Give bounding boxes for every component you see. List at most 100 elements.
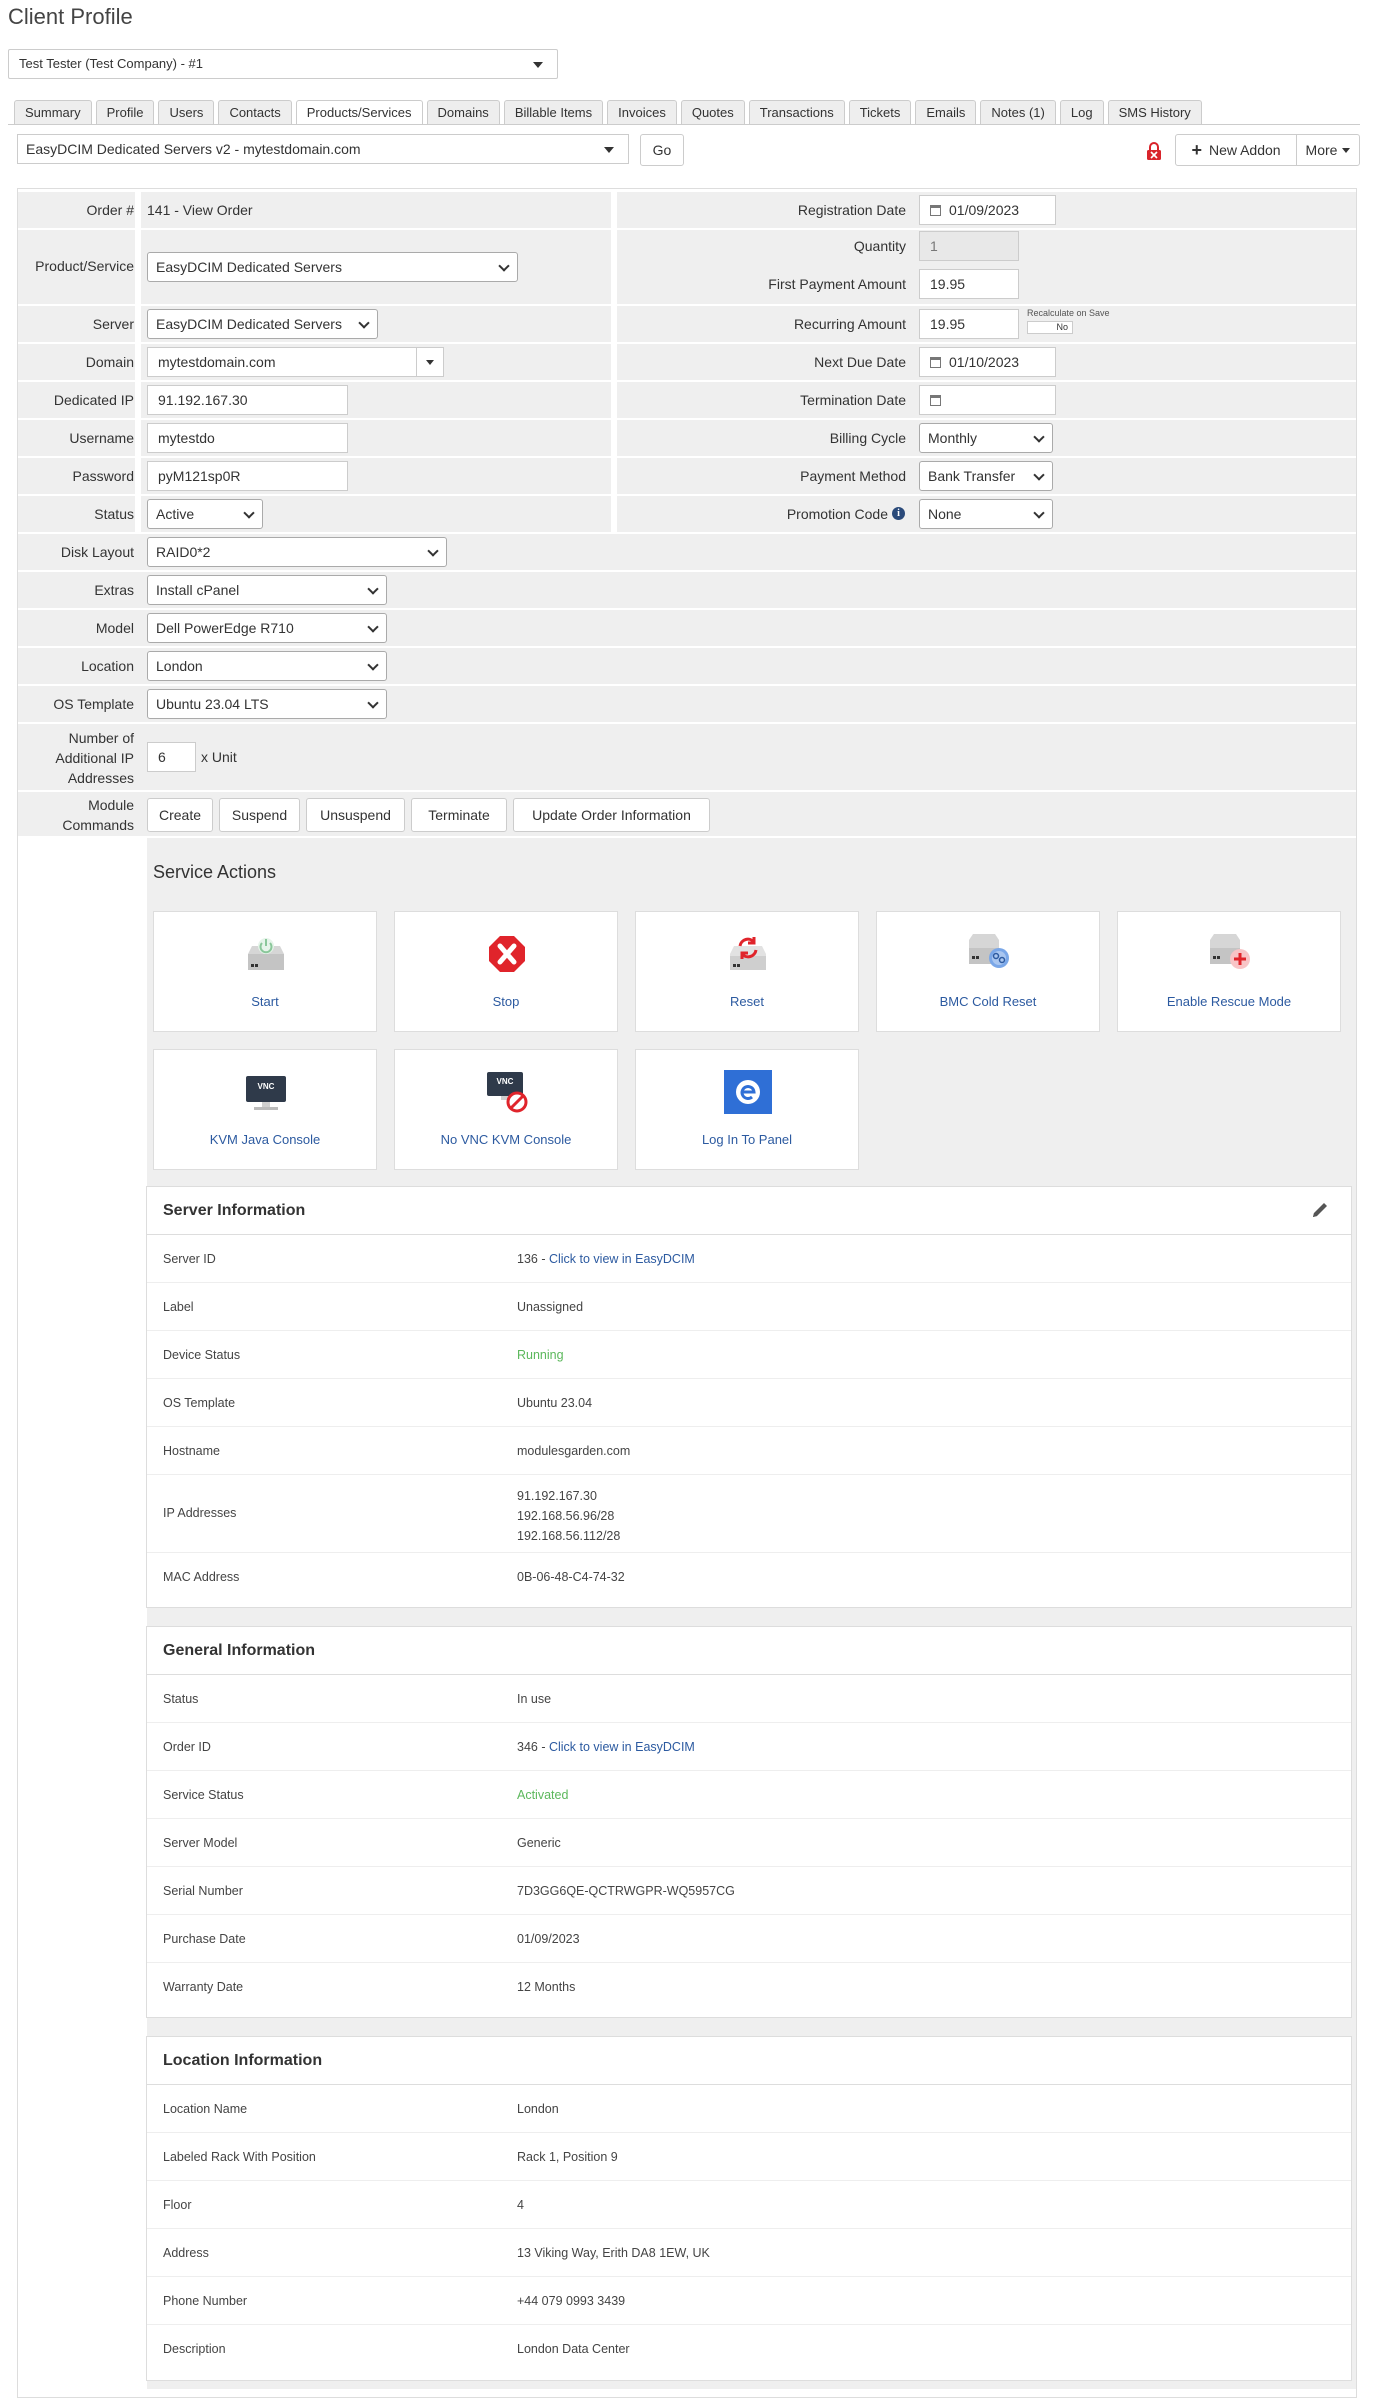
label-value: Unassigned <box>517 1300 584 1314</box>
tab-notes[interactable]: Notes (1) <box>980 100 1056 124</box>
module-commands-label: Module Commands <box>18 795 134 835</box>
promotion-code-select[interactable]: None <box>919 499 1053 529</box>
row-model: Model Dell PowerEdge R710 <box>18 610 1356 646</box>
product-select-field[interactable]: EasyDCIM Dedicated Servers <box>147 252 518 282</box>
password-input[interactable]: pyM121sp0R <box>147 461 348 491</box>
edit-pencil-icon[interactable] <box>1311 1201 1329 1219</box>
billing-cycle-select[interactable]: Monthly <box>919 423 1053 453</box>
location-select[interactable]: London <box>147 651 387 681</box>
mac-address-value: 0B-06-48-C4-74-32 <box>517 1570 625 1584</box>
termination-date-input[interactable] <box>919 385 1056 415</box>
tab-summary[interactable]: Summary <box>14 100 92 124</box>
tab-quotes[interactable]: Quotes <box>680 100 745 124</box>
recalculate-toggle[interactable]: No <box>1027 321 1073 334</box>
column-divider <box>611 192 617 532</box>
domain-dropdown-button[interactable] <box>416 347 444 377</box>
service-status-label: Service Status <box>163 1788 244 1802</box>
purchase-date-row: Purchase Date 01/09/2023 <box>147 1915 1351 1963</box>
username-input[interactable]: mytestdo <box>147 423 348 453</box>
tab-sms-history[interactable]: SMS History <box>1107 100 1202 124</box>
first-payment-input[interactable]: 19.95 <box>919 269 1019 299</box>
suspend-button[interactable]: Suspend <box>219 798 300 832</box>
next-due-date-label: Next Due Date <box>814 354 906 370</box>
status-select[interactable]: Active <box>147 499 263 529</box>
tab-contacts[interactable]: Contacts <box>218 100 292 124</box>
tab-domains[interactable]: Domains <box>426 100 500 124</box>
os-template-label: OS Template <box>53 696 134 712</box>
payment-method-select[interactable]: Bank Transfer <box>919 461 1053 491</box>
tab-billable-items[interactable]: Billable Items <box>503 100 604 124</box>
row-os-template: OS Template Ubuntu 23.04 LTS <box>18 686 1356 722</box>
tab-profile[interactable]: Profile <box>95 100 155 124</box>
order-value[interactable]: 141 - View Order <box>147 202 253 218</box>
recurring-amount-input[interactable]: 19.95 <box>919 309 1019 339</box>
general-information-title: General Information <box>147 1627 1351 1675</box>
module-commands-label-line: Module <box>88 797 134 813</box>
server-select[interactable]: EasyDCIM Dedicated Servers <box>147 309 378 339</box>
more-label: More <box>1305 142 1338 158</box>
model-select[interactable]: Dell PowerEdge R710 <box>147 613 387 643</box>
enable-rescue-mode-tile[interactable]: Enable Rescue Mode <box>1117 911 1341 1032</box>
client-select[interactable]: Test Tester (Test Company) - #1 <box>8 49 558 79</box>
go-button[interactable]: Go <box>640 134 684 166</box>
description-value: London Data Center <box>517 2342 630 2356</box>
tab-invoices[interactable]: Invoices <box>607 100 677 124</box>
os-template-select[interactable]: Ubuntu 23.04 LTS <box>147 689 387 719</box>
bmc-cold-reset-tile[interactable]: BMC Cold Reset <box>876 911 1100 1032</box>
additional-ip-input[interactable]: 6 <box>147 742 196 772</box>
start-tile[interactable]: Start <box>153 911 377 1032</box>
caret-down-icon <box>1342 147 1351 153</box>
log-in-to-panel-tile[interactable]: Log In To Panel <box>635 1049 859 1170</box>
kvm-java-console-tile[interactable]: VNC KVM Java Console <box>153 1049 377 1170</box>
create-button[interactable]: Create <box>147 798 213 832</box>
caret-down-icon <box>426 360 434 365</box>
service-status-row: Service Status Activated <box>147 1771 1351 1819</box>
registration-date-input[interactable]: 01/09/2023 <box>919 195 1056 225</box>
tab-emails[interactable]: Emails <box>915 100 977 124</box>
rack-link[interactable]: Rack 1, Position 9 <box>517 2150 618 2164</box>
floor-row: Floor 4 <box>147 2181 1351 2229</box>
additional-ip-label-line: Addresses <box>67 770 134 786</box>
mac-address-label: MAC Address <box>163 1570 240 1584</box>
next-due-date-input[interactable]: 01/10/2023 <box>919 347 1056 377</box>
phone-value: +44 079 0993 3439 <box>517 2294 626 2308</box>
tab-tickets[interactable]: Tickets <box>848 100 912 124</box>
order-id-link[interactable]: Click to view in EasyDCIM <box>549 1740 695 1754</box>
domain-label: Domain <box>85 354 134 370</box>
tab-log[interactable]: Log <box>1059 100 1104 124</box>
reset-icon <box>730 937 766 970</box>
server-id-link[interactable]: Click to view in EasyDCIM <box>549 1252 695 1266</box>
more-button[interactable]: More <box>1296 134 1360 166</box>
server-model-row: Server Model Generic <box>147 1819 1351 1867</box>
location-name-row: Location Name London <box>147 2085 1351 2133</box>
location-name-link[interactable]: London <box>517 2102 559 2116</box>
tab-products-services[interactable]: Products/Services <box>295 100 423 125</box>
tab-transactions[interactable]: Transactions <box>748 100 845 124</box>
additional-ip-label-line: Number of <box>68 730 134 746</box>
no-vnc-kvm-console-tile[interactable]: VNC No VNC KVM Console <box>394 1049 618 1170</box>
stop-tile[interactable]: Stop <box>394 911 618 1032</box>
label-label: Label <box>163 1300 194 1314</box>
tab-users[interactable]: Users <box>158 100 215 124</box>
lock-icon[interactable] <box>1146 142 1162 160</box>
product-select[interactable]: EasyDCIM Dedicated Servers v2 - mytestdo… <box>17 134 629 164</box>
row-username: Username mytestdo Billing Cycle Monthly <box>18 420 1356 456</box>
calendar-icon <box>930 357 941 368</box>
terminate-button[interactable]: Terminate <box>411 798 507 832</box>
domain-input[interactable]: mytestdomain.com <box>147 347 417 377</box>
update-order-information-button[interactable]: Update Order Information <box>513 798 710 832</box>
quantity-input[interactable]: 1 <box>919 231 1019 261</box>
new-addon-button[interactable]: + New Addon <box>1175 134 1297 166</box>
purchase-date-value: 01/09/2023 <box>517 1932 580 1946</box>
bmc-cold-reset-icon <box>969 934 1009 968</box>
unsuspend-button[interactable]: Unsuspend <box>306 798 405 832</box>
dedicated-ip-input[interactable]: 91.192.167.30 <box>147 385 348 415</box>
disk-layout-select[interactable]: RAID0*2 <box>147 537 447 567</box>
info-icon[interactable]: i <box>892 507 905 520</box>
additional-ip-unit: x Unit <box>201 749 237 765</box>
extras-select[interactable]: Install cPanel <box>147 575 387 605</box>
promotion-code-label: Promotion Code <box>786 506 888 522</box>
description-label: Description <box>163 2342 226 2356</box>
address-row: Address 13 Viking Way, Erith DA8 1EW, UK <box>147 2229 1351 2277</box>
reset-tile[interactable]: Reset <box>635 911 859 1032</box>
